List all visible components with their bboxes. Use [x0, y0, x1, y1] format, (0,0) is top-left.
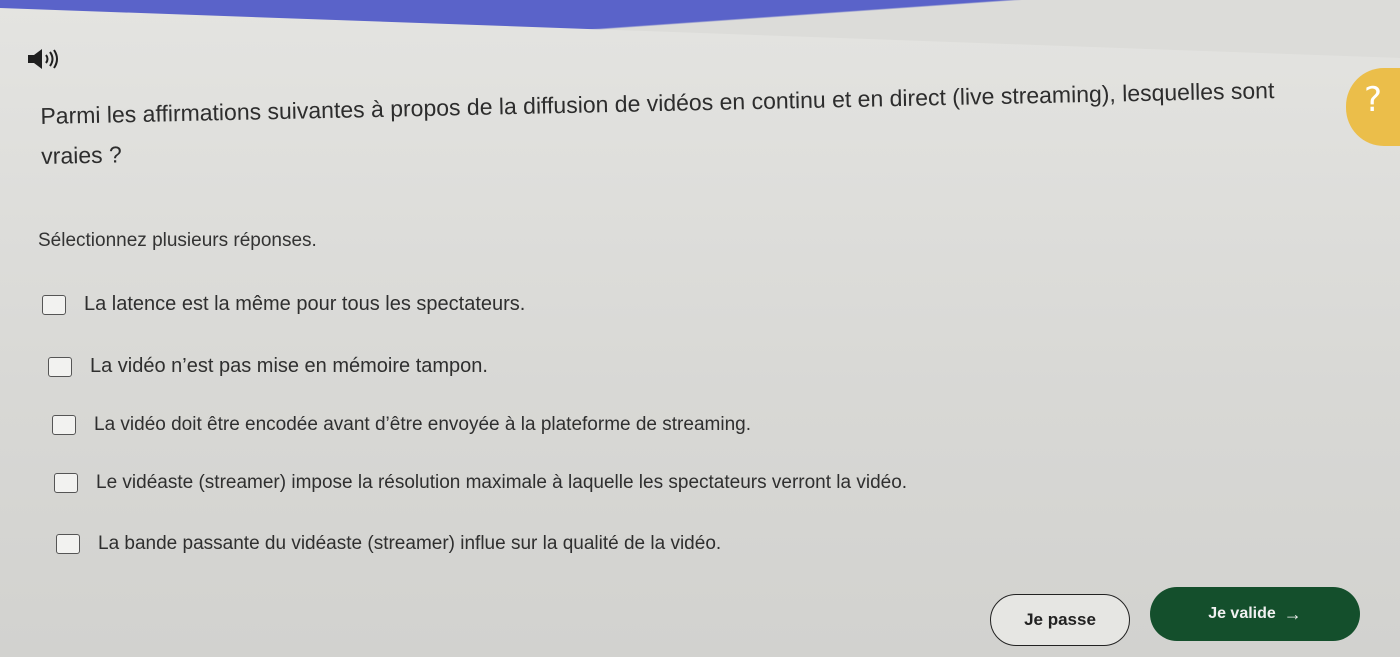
option-label: Le vidéaste (streamer) impose la résolut… [96, 472, 908, 493]
validate-button-label: Je valide [1208, 605, 1276, 622]
speaker-icon[interactable] [26, 48, 62, 70]
option-label: La bande passante du vidéaste (streamer)… [98, 533, 722, 554]
checkbox[interactable] [54, 473, 78, 493]
skip-button-label: Je passe [1024, 610, 1096, 629]
help-icon: ? [1364, 80, 1383, 120]
option-label: La latence est la même pour tous les spe… [84, 293, 526, 315]
option-3[interactable]: La vidéo doit être encodée avant d’être … [52, 414, 751, 436]
checkbox[interactable] [52, 415, 76, 435]
option-label: La vidéo n’est pas mise en mémoire tampo… [90, 355, 488, 377]
option-label: La vidéo doit être encodée avant d’être … [94, 414, 751, 435]
option-1[interactable]: La latence est la même pour tous les spe… [42, 293, 525, 316]
checkbox[interactable] [48, 356, 72, 377]
option-5[interactable]: La bande passante du vidéaste (streamer)… [56, 533, 721, 555]
validate-button[interactable]: Je valide → [1150, 587, 1360, 641]
option-2[interactable]: La vidéo n’est pas mise en mémoire tampo… [48, 355, 488, 378]
arrow-right-icon: → [1283, 603, 1302, 624]
option-4[interactable]: Le vidéaste (streamer) impose la résolut… [54, 472, 907, 494]
checkbox[interactable] [56, 534, 80, 554]
checkbox[interactable] [42, 294, 66, 315]
instruction-text: Sélectionnez plusieurs réponses. [38, 230, 317, 251]
skip-button[interactable]: Je passe [990, 594, 1130, 646]
